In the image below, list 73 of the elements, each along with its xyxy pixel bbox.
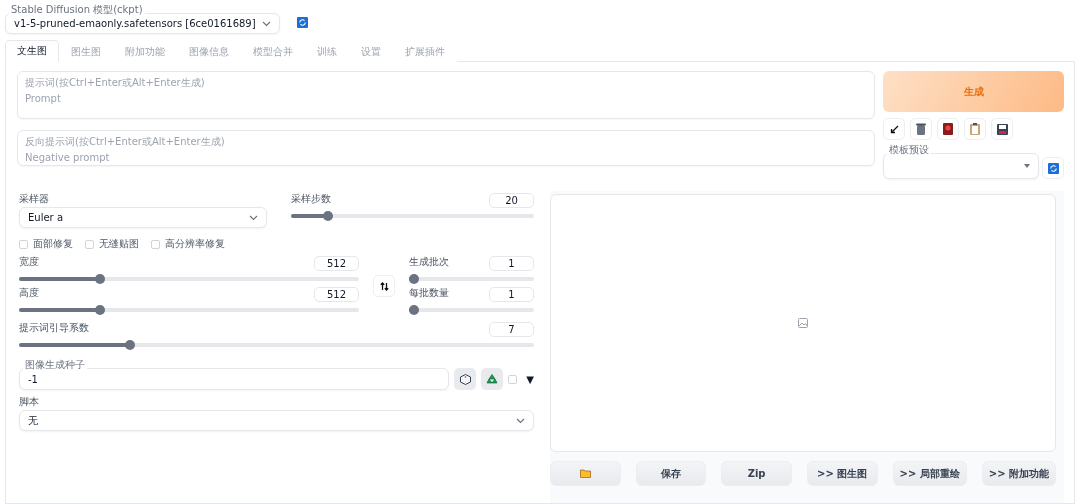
number-field[interactable]: 7 [489, 322, 534, 337]
script-select[interactable]: 无 [19, 410, 534, 431]
tab[interactable]: 文生图 [5, 40, 59, 62]
slider-handle[interactable] [94, 305, 105, 315]
folder-icon [579, 469, 591, 478]
chevron-down-icon [261, 20, 271, 27]
chevron-down-icon [516, 417, 525, 424]
slider-label: 宽度 [19, 256, 39, 268]
number-field[interactable]: 1 [489, 287, 534, 302]
slider-track[interactable] [291, 211, 534, 221]
arrow-icon [889, 124, 899, 134]
refresh-icon [1047, 162, 1059, 174]
prompt-placeholder: Prompt [25, 93, 62, 104]
seed-label: 图像生成种子 [23, 360, 87, 370]
slider-handle[interactable] [409, 274, 419, 284]
slider-handle[interactable] [94, 274, 105, 284]
checkbox-label: 无缝贴图 [99, 238, 139, 250]
expand-toggle[interactable]: ▼ [526, 374, 534, 390]
chevron-down-icon [249, 214, 258, 221]
number-field[interactable]: 512 [314, 256, 359, 271]
clipboard-icon [970, 123, 980, 135]
slider-handle[interactable] [322, 211, 333, 221]
refresh-button[interactable] [1042, 157, 1064, 179]
slider-handle[interactable] [125, 340, 136, 350]
seed-field[interactable]: -1 [19, 368, 450, 390]
number-field[interactable]: 512 [314, 287, 359, 302]
dice-icon [459, 373, 471, 385]
slider-track[interactable] [409, 305, 534, 315]
trash-icon [916, 123, 926, 135]
slider-label: 采样步数 [291, 193, 331, 205]
swap-button[interactable] [373, 275, 395, 297]
sampler-label: 采样器 [19, 193, 50, 205]
prompt-label: 提示词(按Ctrl+Enter或Alt+Enter生成) [25, 76, 206, 90]
negative-prompt-placeholder: Negative prompt [25, 152, 111, 163]
output-button[interactable]: >> 附加功能 [981, 461, 1056, 486]
slider-handle[interactable] [409, 305, 419, 315]
tool-button[interactable] [910, 118, 932, 140]
dice-button[interactable] [454, 368, 477, 390]
slider-label: 提示词引导系数 [19, 322, 89, 334]
number-field[interactable]: 1 [489, 256, 534, 271]
model-label: Stable Diffusion 模型(ckpt) [9, 5, 145, 15]
output-button[interactable]: 保存 [635, 461, 707, 486]
output-button[interactable]: >> 图生图 [806, 461, 878, 486]
tool-button[interactable] [937, 118, 959, 140]
output-button[interactable]: Zip [721, 461, 792, 486]
sampler-select[interactable]: Euler a [19, 207, 267, 228]
tool-button[interactable] [991, 118, 1013, 140]
script-label: 脚本 [19, 396, 40, 408]
number-field[interactable]: 20 [489, 193, 534, 208]
checkbox[interactable] [19, 239, 28, 249]
refresh-icon [297, 16, 309, 28]
recycle-icon [486, 373, 499, 385]
caret-icon [1024, 164, 1030, 168]
slider-track[interactable] [409, 274, 534, 284]
checkbox[interactable] [85, 239, 94, 249]
output-button[interactable]: >> 局部重绘 [892, 461, 967, 486]
image-icon [798, 318, 808, 328]
slider-label: 每批数量 [409, 287, 449, 299]
checkbox[interactable] [508, 375, 518, 384]
checkbox-label: 高分辨率修复 [165, 238, 225, 250]
tool-button[interactable] [883, 118, 905, 140]
recycle-button[interactable] [481, 368, 504, 390]
slider-track[interactable] [19, 305, 359, 315]
swap-arrows-icon [379, 281, 389, 291]
checkbox[interactable] [151, 239, 160, 249]
card-icon [943, 123, 953, 135]
checkbox-label: 面部修复 [33, 238, 73, 250]
slider-track[interactable] [19, 340, 534, 350]
slider-label: 生成批次 [409, 256, 449, 268]
preset-label: 模板预设 [887, 145, 931, 155]
negative-prompt-label: 反向提示词(按Ctrl+Enter或Alt+Enter生成) [25, 135, 226, 149]
slider-track[interactable] [19, 274, 359, 284]
slider-label: 高度 [19, 287, 39, 299]
